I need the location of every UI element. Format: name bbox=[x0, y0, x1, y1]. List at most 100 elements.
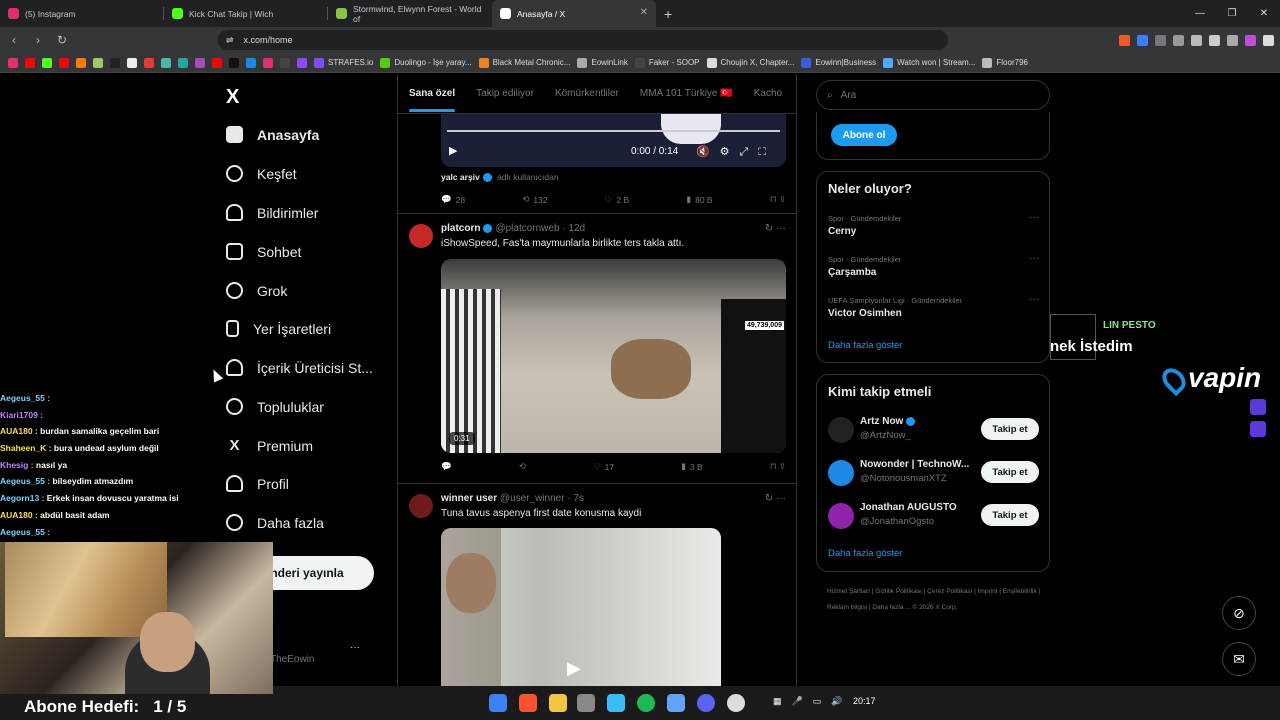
extension-icon[interactable] bbox=[1155, 34, 1166, 46]
monitor-icon[interactable]: ▭ bbox=[813, 696, 822, 707]
suggested-user-name[interactable]: Jonathan AUGUSTO bbox=[860, 502, 957, 513]
volume-icon[interactable]: 🔊 bbox=[831, 696, 842, 707]
source-account[interactable]: yalc arşiv bbox=[441, 172, 480, 182]
views-button[interactable]: ▮ 80 B bbox=[686, 194, 712, 205]
tab-for-you[interactable]: Sana özel bbox=[409, 88, 456, 112]
repost-button[interactable]: ⟲ bbox=[519, 461, 526, 472]
twitch-icon[interactable] bbox=[297, 57, 307, 68]
tab-komurkentliler[interactable]: Kömürkentliler bbox=[555, 88, 619, 99]
suggested-user-name[interactable]: Artz Now bbox=[860, 416, 918, 427]
instagram-icon[interactable] bbox=[263, 57, 273, 68]
brave-icon[interactable] bbox=[519, 694, 537, 712]
extension-side-button[interactable] bbox=[1250, 399, 1266, 415]
play-icon[interactable]: ▶ bbox=[449, 144, 457, 157]
tab-mma-101[interactable]: MMA 101 Türkiye 🇹🇷 bbox=[640, 88, 733, 99]
tab-x-home[interactable]: Anasayfa / X ✕ bbox=[492, 0, 656, 27]
bookmark-watch-won[interactable]: Watch won | Stream... bbox=[883, 57, 975, 68]
post-handle[interactable]: @platcornweb · 12d bbox=[495, 223, 585, 234]
x-icon[interactable] bbox=[229, 57, 239, 68]
extension-side-button[interactable] bbox=[1250, 421, 1266, 437]
reply-button[interactable]: 💬 28 bbox=[441, 194, 465, 205]
sidebar-item-messages[interactable]: Sohbet bbox=[226, 243, 301, 260]
account-handle[interactable]: TheEowin bbox=[270, 654, 314, 665]
tab-kick-chat[interactable]: Kick Chat Takip | Wich bbox=[164, 0, 328, 27]
sidebar-item-grok[interactable]: Grok bbox=[226, 282, 287, 299]
sidebar-icon[interactable] bbox=[1209, 34, 1220, 46]
extension-icon[interactable] bbox=[1173, 34, 1184, 46]
bookmark-icon[interactable] bbox=[161, 57, 171, 68]
subscribe-button[interactable]: Abone ol bbox=[831, 124, 897, 146]
x-logo[interactable]: X bbox=[226, 86, 239, 109]
sidebar-item-premium[interactable]: X Premium bbox=[226, 437, 313, 454]
bookmark-icon[interactable] bbox=[76, 57, 86, 68]
wallet-icon[interactable] bbox=[1227, 34, 1238, 46]
bookmark-duolingo[interactable]: Duolingo - İşe yaray... bbox=[380, 57, 472, 68]
more-icon[interactable]: ··· bbox=[1029, 294, 1039, 305]
grok-icon[interactable]: ⊘ bbox=[1222, 596, 1256, 630]
discord-icon[interactable] bbox=[697, 694, 715, 712]
app-icon[interactable] bbox=[667, 694, 685, 712]
bookmark-eowinlink[interactable]: EowinLink bbox=[577, 57, 628, 68]
show-more-link[interactable]: Daha fazla göster bbox=[828, 340, 902, 351]
like-button[interactable]: ♡ 17 bbox=[593, 461, 614, 472]
avatar[interactable] bbox=[828, 460, 854, 486]
bookmark-choujin[interactable]: Choujin X, Chapter... bbox=[706, 57, 794, 68]
trend-item[interactable]: Cerny bbox=[828, 226, 856, 237]
bookmark-icon[interactable] bbox=[93, 57, 103, 68]
site-info-icon[interactable]: ⇌ bbox=[226, 35, 234, 46]
photos-icon[interactable] bbox=[607, 694, 625, 712]
close-icon[interactable]: ✕ bbox=[640, 7, 648, 18]
post-platcorn[interactable]: platcorn @platcornweb · 12d ↻ ··· iShowSp… bbox=[398, 213, 796, 483]
sidebar-item-creator-studio[interactable]: İçerik Üreticisi St... bbox=[226, 359, 373, 376]
bookmark-strafes[interactable]: STRAFES.io bbox=[314, 57, 373, 68]
video-controls-icons[interactable]: 🔇⚙⤢⛶ bbox=[696, 145, 776, 159]
puzzle-icon[interactable] bbox=[1191, 34, 1202, 46]
clock[interactable]: 20:17 bbox=[853, 696, 876, 706]
post-winner-user[interactable]: winner user @user_winner · 7s ↻ ··· Tuna… bbox=[398, 483, 796, 686]
tool-icon[interactable] bbox=[577, 694, 595, 712]
more-icon[interactable]: ··· bbox=[1029, 253, 1039, 264]
bookmark-black-metal[interactable]: Black Metal Chronic... bbox=[478, 57, 570, 68]
post-author[interactable]: winner user bbox=[441, 493, 497, 504]
bookmark-post-button[interactable]: ⊓ ⇪ bbox=[770, 194, 786, 205]
footer-links[interactable]: Hizmet Şartları | Gizlilik Politikası | … bbox=[827, 584, 1047, 616]
video-player[interactable]: ▶ 0:00 / 0:14 🔇⚙⤢⛶ bbox=[441, 114, 786, 167]
url-field[interactable]: ⇌ x.com/home bbox=[218, 30, 948, 50]
suggested-user-name[interactable]: Nowonder | TechnoW... bbox=[860, 459, 969, 470]
brave-shield-icon[interactable] bbox=[1119, 34, 1130, 46]
avatar[interactable] bbox=[409, 494, 433, 518]
network-icon[interactable]: ▦ bbox=[773, 696, 782, 707]
avatar[interactable] bbox=[409, 224, 433, 248]
youtube-icon[interactable] bbox=[25, 57, 35, 68]
bookmark-icon[interactable] bbox=[127, 57, 137, 68]
forward-icon[interactable]: › bbox=[28, 33, 48, 47]
avatar[interactable] bbox=[828, 503, 854, 529]
tab-kacho[interactable]: Kacho bbox=[754, 88, 782, 99]
youtube-icon[interactable] bbox=[59, 57, 69, 68]
follow-button[interactable]: Takip et bbox=[981, 418, 1039, 440]
bookmark-icon[interactable] bbox=[195, 57, 205, 68]
views-button[interactable]: ▮ 3 B bbox=[681, 461, 702, 472]
more-icon[interactable]: ··· bbox=[1029, 212, 1039, 223]
play-icon[interactable]: ▶ bbox=[567, 658, 581, 679]
tiktok-icon[interactable] bbox=[110, 57, 120, 68]
bookmark-post-button[interactable]: ⊓ ⇪ bbox=[770, 461, 786, 472]
folder-icon[interactable] bbox=[549, 694, 567, 712]
avatar[interactable] bbox=[828, 417, 854, 443]
follow-button[interactable]: Takip et bbox=[981, 504, 1039, 526]
repost-button[interactable]: ⟲ 132 bbox=[522, 194, 547, 205]
bookmark-icon[interactable] bbox=[144, 57, 154, 68]
bookmark-faker[interactable]: Faker - SOOP bbox=[634, 57, 700, 68]
tab-stormwind[interactable]: Stormwind, Elwynn Forest - World of bbox=[328, 0, 492, 27]
trend-item[interactable]: Çarşamba bbox=[828, 267, 876, 278]
windows-start-icon[interactable] bbox=[489, 694, 507, 712]
back-icon[interactable]: ‹ bbox=[4, 33, 24, 47]
like-button[interactable]: ♡ 2 B bbox=[605, 194, 629, 205]
sidebar-item-notifications[interactable]: Bildirimler bbox=[226, 204, 318, 221]
sidebar-item-profile[interactable]: Profil bbox=[226, 475, 289, 492]
spotify-icon[interactable] bbox=[637, 694, 655, 712]
sidebar-item-more[interactable]: Daha fazla bbox=[226, 514, 324, 531]
account-more-button[interactable]: ··· bbox=[350, 642, 360, 653]
sidebar-item-home[interactable]: Anasayfa bbox=[226, 126, 319, 143]
post-author[interactable]: platcorn bbox=[441, 223, 480, 234]
